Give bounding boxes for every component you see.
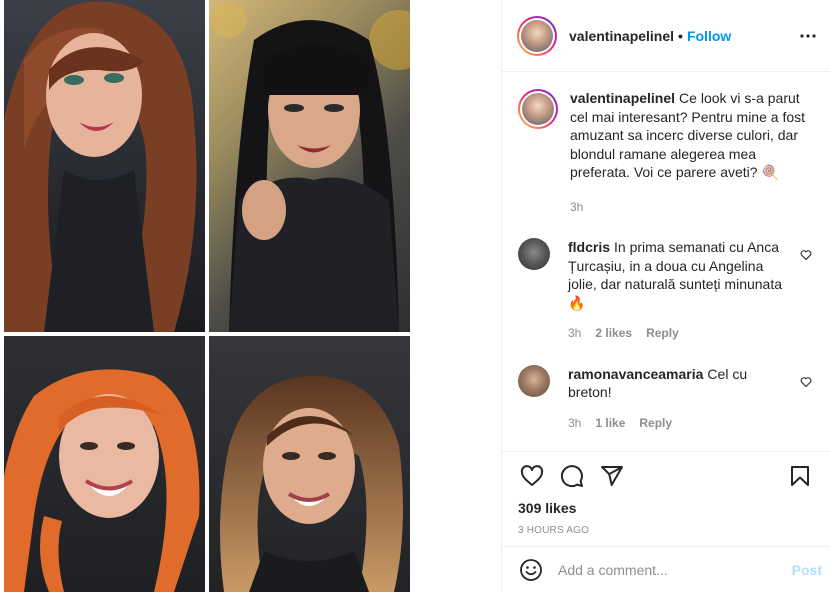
comment-item: fldcris In prima semanati cu Anca Țurcași… (518, 238, 814, 343)
post-comment-button[interactable]: Post (792, 562, 822, 578)
comment-item: ramonavanceamaria Cel cu breton! 3h 1 lik… (518, 364, 814, 433)
likes-count[interactable]: 309 likes (518, 500, 814, 516)
emoji-icon[interactable] (518, 557, 544, 583)
caption-username[interactable]: valentinapelinel (570, 90, 675, 106)
comment-input[interactable] (558, 561, 792, 578)
comment-time[interactable]: 3h (568, 324, 581, 343)
comment-username[interactable]: ramonavanceamaria (568, 366, 703, 382)
collage-photo-auburn-hair (4, 0, 205, 332)
caption-avatar[interactable] (518, 89, 558, 129)
share-paper-plane-icon[interactable] (598, 462, 626, 490)
heart-icon[interactable] (800, 375, 814, 389)
comment-bubble-icon[interactable] (558, 462, 586, 490)
collage-photo-orange-hair (4, 336, 205, 592)
heart-icon[interactable] (800, 248, 814, 262)
bookmark-icon[interactable] (786, 462, 814, 490)
collage-photo-ombre-hair (209, 336, 410, 592)
post-actions: 309 likes 3 HOURS AGO (502, 451, 830, 536)
reply-button[interactable]: Reply (646, 324, 679, 343)
post-header: valentinapelinel • Follow (502, 0, 830, 72)
commenter-avatar[interactable] (518, 364, 550, 397)
reply-button[interactable]: Reply (639, 414, 672, 433)
comment-username[interactable]: fldcris (568, 239, 610, 255)
like-heart-icon[interactable] (518, 462, 546, 490)
photo-collage (4, 0, 410, 592)
comment-time[interactable]: 3h (568, 414, 581, 433)
post-timestamp[interactable]: 3 HOURS AGO (518, 525, 814, 536)
collage-photo-black-bangs (209, 0, 410, 332)
add-comment-bar: Post (502, 546, 830, 592)
author-avatar-image (521, 19, 553, 52)
follow-button[interactable]: Follow (687, 28, 731, 44)
post-sidebar: valentinapelinel • Follow valentinapelin… (502, 0, 830, 592)
post-media[interactable] (0, 0, 502, 592)
post-caption: valentinapelinel Ce look vi s-a parut cel… (518, 89, 814, 216)
caption-time[interactable]: 3h (570, 198, 583, 217)
instagram-post: valentinapelinel • Follow valentinapelin… (0, 0, 830, 592)
header-separator: • (678, 27, 683, 44)
author-username[interactable]: valentinapelinel (569, 28, 674, 44)
commenter-avatar[interactable] (518, 238, 550, 270)
comments-list[interactable]: valentinapelinel Ce look vi s-a parut cel… (502, 73, 830, 451)
comment-likes[interactable]: 1 like (595, 414, 625, 433)
comment-likes[interactable]: 2 likes (595, 324, 632, 343)
author-avatar[interactable] (517, 15, 557, 56)
more-options-icon[interactable] (798, 26, 818, 46)
